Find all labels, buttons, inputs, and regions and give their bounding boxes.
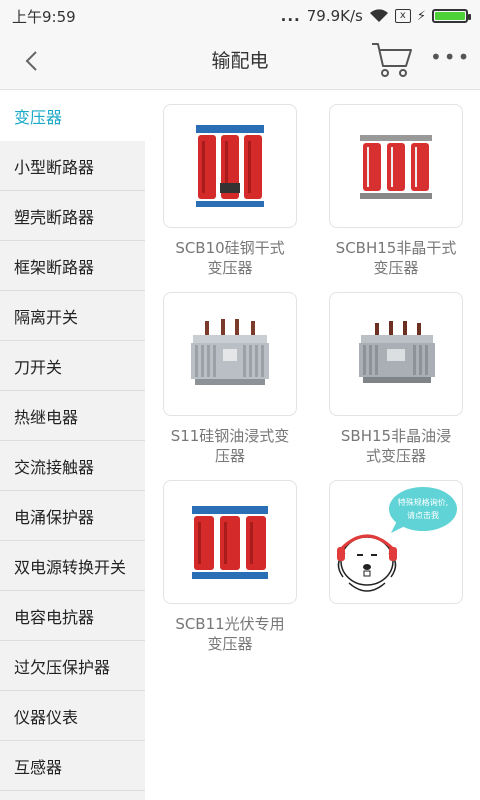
sidebar-item-acb[interactable]: 框架断路器 — [0, 241, 145, 291]
network-speed: 79.9K/s — [306, 7, 363, 25]
sidebar-item-current-transformer[interactable]: 互感器 — [0, 741, 145, 791]
sidebar-item-thermal-relay[interactable]: 热继电器 — [0, 391, 145, 441]
product-card[interactable]: SCBH15非晶干式 变压器 — [321, 104, 471, 278]
product-name: SCB10硅钢干式 变压器 — [175, 239, 285, 277]
more-dots-icon[interactable]: ••• — [430, 42, 469, 76]
product-name: SCBH15非晶干式 变压器 — [335, 239, 457, 277]
wifi-icon — [369, 9, 388, 22]
category-sidebar: 变压器 小型断路器 塑壳断路器 框架断路器 隔离开关 刀开关 热继电器 交流接触… — [0, 91, 145, 800]
product-card[interactable]: SCB10硅钢干式 变压器 — [155, 104, 305, 278]
nav-bar: 输配电 ••• — [0, 32, 480, 90]
sidebar-item-mccb[interactable]: 塑壳断路器 — [0, 191, 145, 241]
product-image — [329, 292, 463, 416]
sidebar-item-capacitor[interactable]: 电容电抗器 — [0, 591, 145, 641]
sidebar-item-mcb[interactable]: 小型断路器 — [0, 141, 145, 191]
product-card[interactable]: SCB11光伏专用 变压器 — [155, 480, 305, 654]
status-icons: ... 79.9K/s x ⚡ — [280, 7, 471, 25]
product-image — [163, 292, 297, 416]
cart-icon[interactable] — [370, 40, 414, 80]
sidebar-item-isolator[interactable]: 隔离开关 — [0, 291, 145, 341]
sidebar-item-ats[interactable]: 双电源转换开关 — [0, 541, 145, 591]
status-dots: ... — [280, 7, 301, 25]
sidebar-item-transformer[interactable]: 变压器 — [0, 91, 145, 141]
product-name: SBH15非晶油浸 式变压器 — [340, 427, 452, 465]
sidebar-item-surge-protector[interactable]: 电涌保护器 — [0, 491, 145, 541]
product-name: S11硅钢油浸式变 压器 — [170, 427, 290, 465]
product-image — [163, 104, 297, 228]
custom-quote-card[interactable]: 特殊规格询价, 请点击我 — [321, 480, 471, 604]
bubble-text-2: 请点击我 — [407, 510, 439, 520]
battery-icon — [432, 9, 471, 23]
product-grid: SCB10硅钢干式 变压器 SCBH15非晶干式 变压器 S11硅钢油浸式变 压… — [145, 91, 480, 800]
sidebar-item-instruments[interactable]: 仪器仪表 — [0, 691, 145, 741]
sim-icon: x — [394, 9, 411, 23]
charging-icon: ⚡ — [416, 8, 426, 24]
product-card[interactable]: S11硅钢油浸式变 压器 — [155, 292, 305, 466]
sidebar-item-knife-switch[interactable]: 刀开关 — [0, 341, 145, 391]
product-card[interactable]: SBH15非晶油浸 式变压器 — [321, 292, 471, 466]
sidebar-item-voltage-protector[interactable]: 过欠压保护器 — [0, 641, 145, 691]
status-time: 上午9:59 — [12, 7, 76, 26]
product-image — [329, 104, 463, 228]
mascot-image: 特殊规格询价, 请点击我 — [329, 480, 463, 604]
product-name: SCB11光伏专用 变压器 — [175, 615, 285, 653]
status-bar: 上午9:59 ... 79.9K/s x ⚡ — [0, 0, 480, 32]
bubble-text-1: 特殊规格询价, — [398, 497, 449, 507]
sidebar-item-contactor[interactable]: 交流接触器 — [0, 441, 145, 491]
product-image — [163, 480, 297, 604]
